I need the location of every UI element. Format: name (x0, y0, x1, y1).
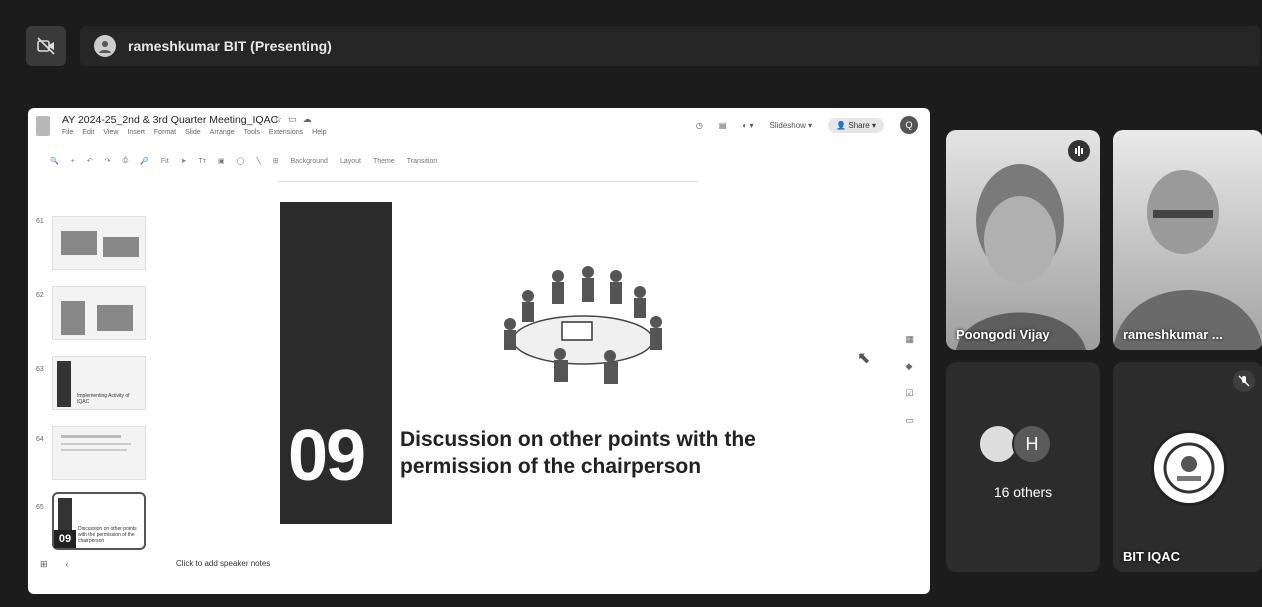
slide-number-65: 65 (36, 504, 44, 511)
slide-canvas[interactable]: 09 Discussion on other points with the p… (278, 190, 798, 530)
slide-number-62: 62 (36, 292, 44, 299)
comment-add-icon[interactable]: ⊞ (273, 157, 279, 165)
background-button[interactable]: Background (291, 158, 328, 165)
menu-insert[interactable]: Insert (127, 129, 145, 136)
thumb-number: 09 (54, 530, 76, 548)
ruler (278, 174, 698, 182)
layout-button[interactable]: Layout (340, 158, 361, 165)
menu-bar: File Edit View Insert Format Slide Arran… (62, 129, 327, 136)
participant-tile[interactable]: BIT IQAC (1113, 362, 1262, 572)
participant-name: rameshkumar ... (1123, 327, 1223, 342)
others-tile[interactable]: H 16 others (946, 362, 1100, 572)
tasks-icon[interactable]: ☑ (905, 388, 914, 399)
grid-view-icon[interactable]: ⊞ (40, 559, 48, 570)
slide-thumbnail[interactable]: Implementing Activity of IQAC (52, 356, 146, 410)
star-icon[interactable]: ☆ (274, 114, 288, 124)
participant-video (956, 164, 1086, 350)
meeting-illustration-icon (504, 266, 662, 384)
meet-icon[interactable]: ◐ ▾ (742, 121, 753, 130)
slide-number-63: 63 (36, 366, 44, 373)
top-right-controls: ◷ ▤ ◐ ▾ Slideshow ▾ 👤 Share ▾ Q (696, 116, 918, 134)
presenter-avatar (94, 35, 116, 57)
mic-off-icon (1233, 370, 1255, 392)
comments-icon[interactable]: ▤ (719, 121, 727, 130)
slide-number-61: 61 (36, 218, 44, 225)
folder-icon[interactable]: ▭ (288, 114, 303, 124)
menu-view[interactable]: View (103, 129, 118, 136)
slide-thumbnail[interactable] (52, 286, 146, 340)
shape-icon[interactable]: ◯ (237, 157, 245, 165)
participant-video (1113, 170, 1262, 350)
menu-slide[interactable]: Slide (185, 129, 201, 136)
share-label: Share (848, 120, 870, 130)
slideshow-button[interactable]: Slideshow ▾ (769, 121, 812, 130)
thumb-text: Implementing Activity of IQAC (77, 393, 130, 405)
doc-title[interactable]: AY 2024-25_2nd & 3rd Quarter Meeting_IQA… (62, 114, 278, 126)
filmstrip: 61 62 63 Implementing Activity of IQAC 6… (28, 174, 158, 574)
select-tool-icon[interactable]: ➤ (181, 157, 187, 165)
zoom-icon[interactable]: 🔎 (140, 157, 149, 165)
slide-thumbnail-selected[interactable]: 09 Discussion on other points with the p… (52, 492, 146, 550)
participant-avatar-letter: H (1012, 424, 1052, 464)
history-icon[interactable]: ◷ (696, 121, 703, 130)
slide-thumbnail[interactable] (52, 426, 146, 480)
slideshow-label: Slideshow (769, 120, 806, 130)
menu-extensions[interactable]: Extensions (269, 129, 303, 136)
new-slide-icon[interactable]: + (71, 158, 75, 165)
editor-toolbar: 🔍 + ↶ ↷ ⎙ 🔎 Fit ➤ Tт ▣ ◯ ╲ ⊞ Background … (50, 154, 870, 168)
menu-arrange[interactable]: Arrange (210, 129, 235, 136)
textbox-icon[interactable]: Tт (199, 158, 206, 165)
cloud-icon: ☁ (302, 114, 318, 124)
line-icon[interactable]: ╲ (257, 157, 261, 165)
iqac-logo-icon (1151, 430, 1227, 506)
slide-title: Discussion on other points with the perm… (400, 428, 756, 479)
camera-off-icon[interactable] (26, 26, 66, 66)
shared-screen: AY 2024-25_2nd & 3rd Quarter Meeting_IQA… (28, 108, 930, 594)
mouse-cursor-icon: ⬉ (857, 350, 871, 367)
participant-tile[interactable]: Poongodi Vijay (946, 130, 1100, 350)
slide-big-number: 09 (288, 416, 366, 496)
redo-icon[interactable]: ↷ (105, 157, 111, 165)
participant-name: BIT IQAC (1123, 549, 1181, 564)
others-count: 16 others (993, 484, 1053, 500)
calendar-icon[interactable]: ▦ (905, 334, 914, 345)
menu-format[interactable]: Format (154, 129, 176, 136)
menu-help[interactable]: Help (312, 129, 326, 136)
zoom-select[interactable]: Fit (161, 158, 169, 165)
menu-file[interactable]: File (62, 129, 73, 136)
menu-tools[interactable]: Tools (244, 129, 260, 136)
image-icon[interactable]: ▣ (218, 157, 225, 165)
participant-tile[interactable]: rameshkumar ... (1113, 130, 1262, 350)
collapse-icon[interactable]: ‹ (66, 559, 69, 570)
undo-icon[interactable]: ↶ (87, 157, 93, 165)
slide-number-64: 64 (36, 436, 44, 443)
side-panel-tools: ▦ ◆ ☑ ▭ (905, 334, 914, 426)
filmstrip-controls: ⊞ ‹ (40, 559, 69, 570)
slides-logo-icon (36, 116, 50, 136)
menu-edit[interactable]: Edit (82, 129, 94, 136)
theme-button[interactable]: Theme (373, 158, 395, 165)
keep-icon[interactable]: ◆ (905, 361, 914, 372)
speaking-indicator-icon (1068, 140, 1090, 162)
participant-name: Poongodi Vijay (956, 327, 1050, 342)
presenter-bar: rameshkumar BIT (Presenting) (80, 26, 1260, 66)
speaker-notes[interactable]: Click to add speaker notes (176, 559, 270, 568)
slide-thumbnail[interactable] (52, 216, 146, 270)
share-button[interactable]: 👤 Share ▾ (828, 117, 884, 133)
search-menus-icon[interactable]: 🔍 (50, 157, 59, 165)
thumb-text: Discussion on other points with the perm… (78, 526, 137, 544)
account-avatar[interactable]: Q (900, 116, 918, 134)
transition-button[interactable]: Transition (407, 158, 437, 165)
title-icons: ☆▭☁ (274, 114, 318, 125)
contacts-icon[interactable]: ▭ (905, 415, 914, 426)
presenter-label: rameshkumar BIT (Presenting) (128, 38, 332, 54)
print-icon[interactable]: ⎙ (123, 157, 129, 165)
